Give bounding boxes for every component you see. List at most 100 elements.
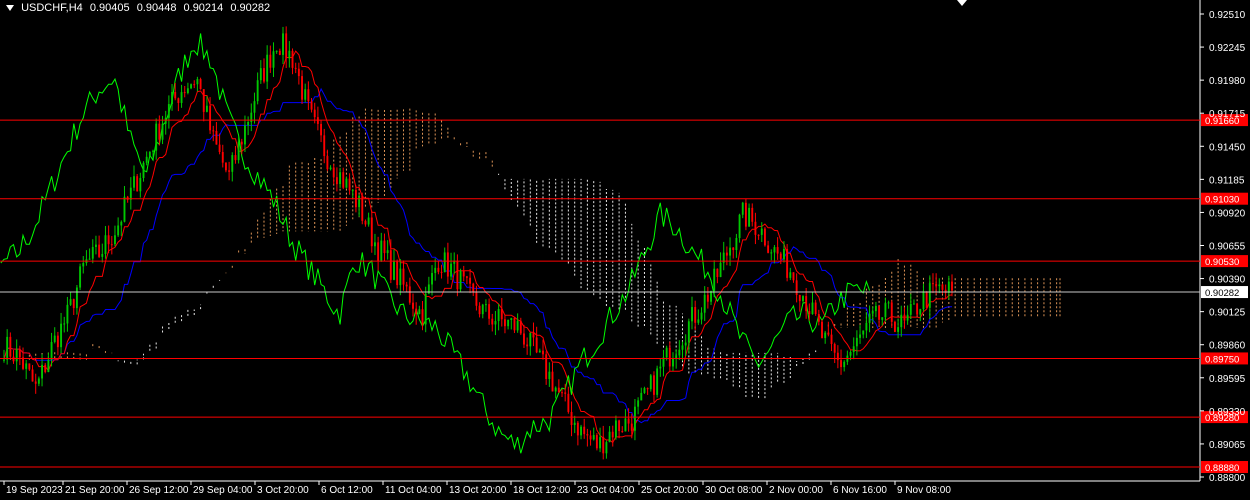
candle-body[interactable] — [900, 314, 903, 328]
candle-body[interactable] — [630, 423, 633, 431]
candle-body[interactable] — [15, 349, 18, 362]
candle-body[interactable] — [852, 346, 855, 352]
candle-body[interactable] — [789, 272, 792, 278]
candle-body[interactable] — [884, 303, 887, 318]
candle-body[interactable] — [221, 152, 224, 163]
candle-body[interactable] — [697, 319, 700, 323]
candle-body[interactable] — [640, 392, 643, 401]
candle-body[interactable] — [532, 332, 535, 338]
candle-body[interactable] — [779, 253, 782, 260]
candle-body[interactable] — [919, 309, 922, 315]
candle-body[interactable] — [205, 105, 208, 112]
candle-body[interactable] — [139, 178, 142, 192]
candle-body[interactable] — [386, 250, 389, 254]
candle-body[interactable] — [611, 431, 614, 438]
candle-body[interactable] — [101, 253, 104, 257]
candle-body[interactable] — [332, 167, 335, 178]
candle-body[interactable] — [672, 358, 674, 367]
candle-body[interactable] — [500, 309, 503, 320]
candle-body[interactable] — [47, 359, 50, 373]
candle-body[interactable] — [773, 247, 776, 253]
shift-marker-icon[interactable] — [957, 0, 967, 6]
candle-body[interactable] — [523, 333, 525, 345]
candle-body[interactable] — [244, 125, 246, 145]
candle-body[interactable] — [583, 426, 586, 435]
candle-body[interactable] — [947, 281, 950, 293]
candle-body[interactable] — [437, 267, 440, 272]
candle-body[interactable] — [830, 334, 833, 344]
candle-body[interactable] — [878, 305, 881, 320]
candle-body[interactable] — [266, 54, 269, 82]
candle-body[interactable] — [637, 400, 640, 407]
candle-body[interactable] — [890, 302, 893, 322]
candle-body[interactable] — [494, 321, 497, 325]
candle-body[interactable] — [633, 406, 636, 431]
candle-body[interactable] — [916, 303, 919, 315]
candle-body[interactable] — [624, 418, 627, 432]
candle-body[interactable] — [339, 172, 342, 185]
candle-body[interactable] — [535, 337, 538, 353]
candle-body[interactable] — [82, 263, 85, 267]
candle-body[interactable] — [304, 89, 307, 100]
candle-body[interactable] — [614, 420, 617, 438]
candle-body[interactable] — [329, 167, 332, 170]
candle-body[interactable] — [335, 177, 338, 185]
candle-body[interactable] — [408, 286, 411, 303]
candle-body[interactable] — [120, 221, 123, 226]
candle-body[interactable] — [836, 352, 839, 361]
candle-body[interactable] — [840, 360, 842, 368]
candle-body[interactable] — [66, 304, 69, 324]
candle-body[interactable] — [795, 280, 798, 296]
candle-body[interactable] — [63, 323, 66, 325]
candle-body[interactable] — [786, 248, 789, 278]
candle-body[interactable] — [744, 202, 747, 227]
candle-body[interactable] — [107, 235, 110, 245]
candle-body[interactable] — [224, 162, 227, 171]
candle-body[interactable] — [389, 250, 392, 280]
candle-body[interactable] — [450, 263, 452, 277]
candle-body[interactable] — [456, 260, 459, 290]
candle-body[interactable] — [811, 302, 814, 315]
candle-body[interactable] — [199, 79, 202, 90]
candle-body[interactable] — [808, 311, 811, 315]
candle-body[interactable] — [6, 336, 9, 360]
candle-body[interactable] — [399, 268, 402, 286]
candle-body[interactable] — [757, 234, 760, 236]
candle-body[interactable] — [735, 237, 738, 251]
candle-body[interactable] — [475, 292, 478, 306]
candle-body[interactable] — [570, 411, 573, 425]
candle-body[interactable] — [760, 228, 763, 235]
candle-body[interactable] — [60, 323, 63, 348]
candle-body[interactable] — [377, 242, 380, 261]
candle-body[interactable] — [802, 296, 804, 302]
candle-body[interactable] — [275, 50, 278, 52]
candle-body[interactable] — [313, 109, 316, 118]
candle-body[interactable] — [272, 51, 275, 68]
candle-body[interactable] — [269, 54, 272, 68]
candle-body[interactable] — [174, 91, 177, 99]
candle-body[interactable] — [320, 123, 323, 136]
candle-body[interactable] — [941, 284, 944, 290]
candle-body[interactable] — [326, 156, 329, 170]
candle-body[interactable] — [215, 130, 218, 145]
candle-body[interactable] — [431, 273, 433, 285]
candle-body[interactable] — [906, 314, 909, 321]
candle-body[interactable] — [719, 262, 722, 278]
candle-body[interactable] — [586, 434, 589, 436]
candle-body[interactable] — [358, 195, 361, 208]
candle-body[interactable] — [481, 304, 484, 315]
candle-body[interactable] — [643, 388, 646, 393]
candle-body[interactable] — [3, 359, 5, 361]
candle-body[interactable] — [519, 320, 522, 334]
candle-body[interactable] — [123, 196, 126, 222]
candle-body[interactable] — [551, 371, 554, 392]
candle-body[interactable] — [136, 176, 139, 192]
candle-body[interactable] — [171, 91, 173, 105]
candle-body[interactable] — [25, 363, 28, 369]
candle-body[interactable] — [678, 349, 681, 356]
candle-body[interactable] — [589, 435, 592, 440]
candle-body[interactable] — [798, 295, 801, 302]
candle-body[interactable] — [186, 88, 189, 93]
candle-body[interactable] — [754, 221, 757, 235]
candle-body[interactable] — [668, 347, 671, 367]
